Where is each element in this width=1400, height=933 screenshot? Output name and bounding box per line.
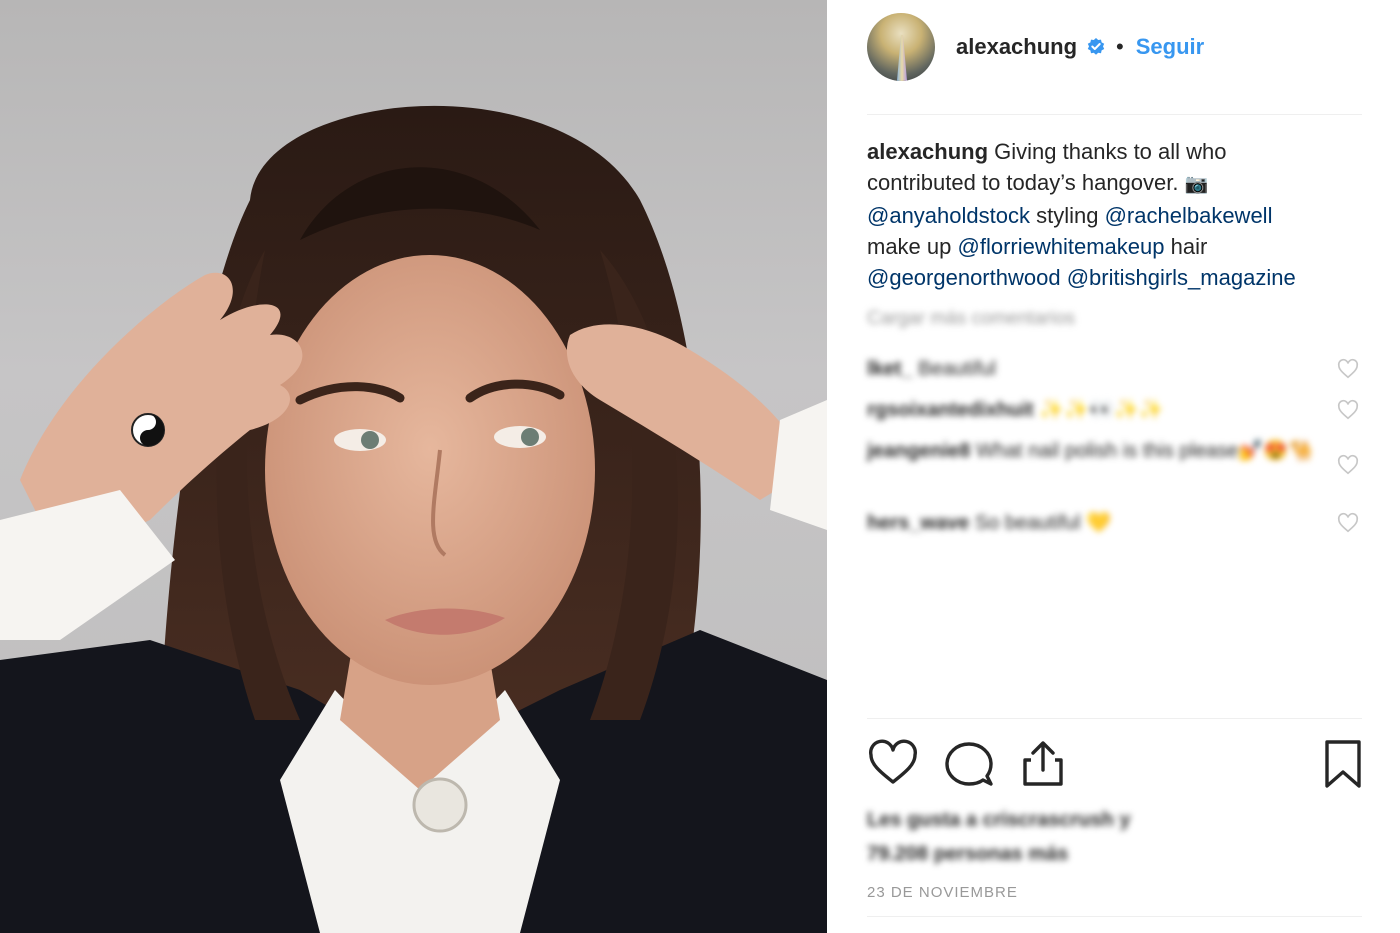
separator-dot: • <box>1116 34 1124 59</box>
post-photo[interactable] <box>0 0 827 933</box>
comment-like-heart-icon[interactable] <box>1337 399 1359 421</box>
mention-florriewhitemakeup[interactable]: @florriewhitemakeup <box>958 234 1165 259</box>
mention-britishgirls-magazine[interactable]: @britishgirls_magazine <box>1067 265 1296 290</box>
bottom-divider <box>867 916 1362 917</box>
comment: hers_wave So beautiful 💛 <box>867 508 1367 548</box>
comment-username[interactable]: rgsoixantedixhuit <box>867 399 1034 421</box>
mention-anyaholdstock[interactable]: @anyaholdstock <box>867 203 1030 228</box>
comment-username[interactable]: jeangenie8 <box>867 440 970 462</box>
comment-username[interactable]: hers_wave <box>867 512 969 534</box>
load-more-comments[interactable]: Cargar más comentarios <box>867 308 1075 330</box>
instagram-post: alexachung • Seguir alexachung Giving th… <box>0 0 1400 933</box>
likes-summary[interactable]: Les gusta a criscrascrush y 79.208 perso… <box>867 803 1130 871</box>
comment-username[interactable]: lket_ <box>867 358 913 380</box>
comment-like-heart-icon[interactable] <box>1337 358 1359 380</box>
comment-like-heart-icon[interactable] <box>1337 512 1359 534</box>
caption-text-2: contributed to today’s hangover. <box>867 170 1179 195</box>
comment-text: Beautiful <box>918 358 996 380</box>
comment-text: What nail polish is this please💅😍🐪 <box>975 440 1314 462</box>
likes-line-2: 79.208 personas más <box>867 843 1069 865</box>
username-link[interactable]: alexachung <box>956 34 1077 60</box>
share-icon[interactable] <box>1017 738 1069 790</box>
camera-icon: 📷 <box>1184 174 1209 195</box>
caption-word-styling: styling <box>1036 203 1099 228</box>
bookmark-icon[interactable] <box>1317 738 1369 790</box>
likes-line-1: Les gusta a criscrascrush y <box>867 809 1131 831</box>
comment-icon[interactable] <box>943 738 995 790</box>
portrait-illustration <box>0 105 827 933</box>
heart-icon[interactable] <box>867 738 919 790</box>
mention-rachelbakewell[interactable]: @rachelbakewell <box>1105 203 1273 228</box>
follow-button[interactable]: Seguir <box>1136 34 1204 60</box>
post-header: alexachung • Seguir <box>867 12 1367 82</box>
verified-badge-icon <box>1087 38 1105 55</box>
comment-text: ✨✨👀✨✨ <box>1039 399 1164 421</box>
post-actions <box>867 738 1367 794</box>
caption-word-makeup: make up <box>867 234 952 259</box>
post-side-panel: alexachung • Seguir alexachung Giving th… <box>827 0 1400 933</box>
comments-list: lket_ Beautiful rgsoixantedixhuit ✨✨👀✨✨ <box>867 354 1367 548</box>
comment: jeangenie8 What nail polish is this plea… <box>867 436 1367 508</box>
comment-text: So beautiful 💛 <box>974 512 1111 534</box>
post-caption: alexachung Giving thanks to all who cont… <box>867 136 1367 293</box>
caption-username[interactable]: alexachung <box>867 139 988 164</box>
header-divider <box>867 114 1362 115</box>
comment-like-heart-icon[interactable] <box>1337 454 1359 476</box>
post-date[interactable]: 23 DE NOVIEMBRE <box>867 884 1018 901</box>
comment: rgsoixantedixhuit ✨✨👀✨✨ <box>867 395 1367 436</box>
caption-text-1: Giving thanks to all who <box>994 139 1227 164</box>
mention-georgenorthwood[interactable]: @georgenorthwood <box>867 265 1061 290</box>
caption-word-hair: hair <box>1170 234 1208 259</box>
avatar[interactable] <box>867 13 935 81</box>
actions-divider <box>867 718 1362 719</box>
comment: lket_ Beautiful <box>867 354 1367 395</box>
